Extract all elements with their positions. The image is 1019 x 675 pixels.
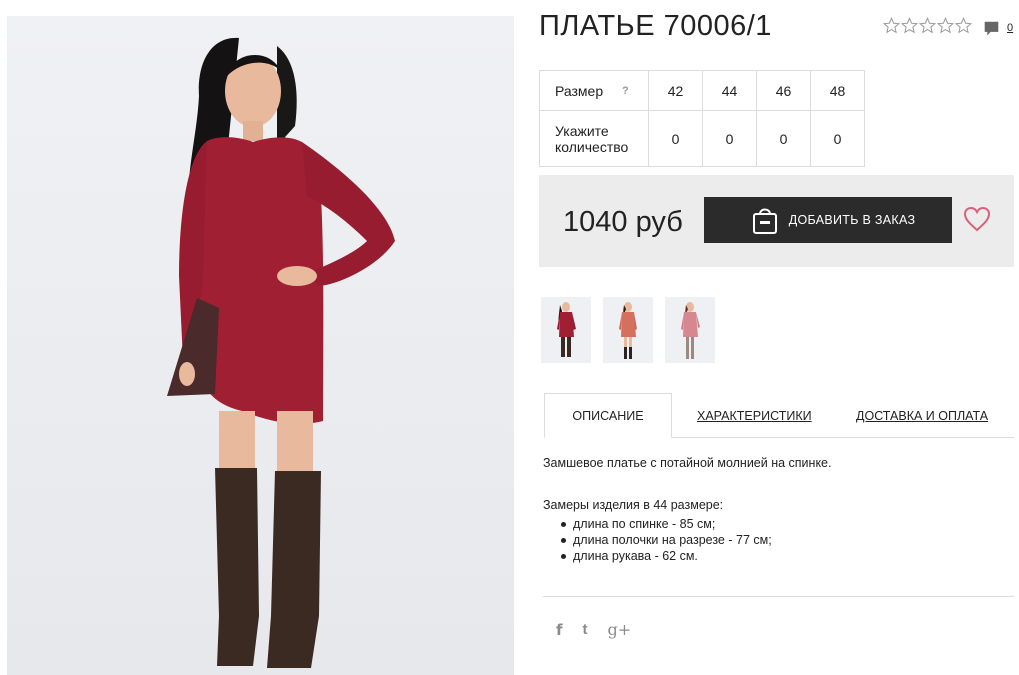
product-rating[interactable] [883,17,972,34]
star-outline-icon[interactable] [883,17,900,34]
twitter-icon[interactable]: t [583,621,588,638]
measurements-list: длина по спинке - 85 см; длина полочки н… [543,516,1003,564]
list-item: длина полочки на разрезе - 77 см; [561,532,1003,548]
google-plus-icon[interactable]: g+ [608,620,632,639]
thumbnail-coral[interactable] [603,297,653,363]
product-title: ПЛАТЬЕ 70006/1 [539,10,772,42]
product-thumbnails [541,297,715,363]
thumbnail-pink[interactable] [665,297,715,363]
heart-icon[interactable] [963,206,991,232]
star-outline-icon[interactable] [955,17,972,34]
measurements-title: Замеры изделия в 44 размере: [543,498,724,512]
list-item: длина рукава - 62 см. [561,548,1003,564]
size-label: Размер [555,82,604,99]
quantity-row: Укажите количество 0 0 0 0 [539,110,865,167]
facebook-icon[interactable]: f [556,621,563,639]
star-outline-icon[interactable] [919,17,936,34]
size-row: Размер ? 42 44 46 48 [539,70,865,111]
size-quantity-table: Размер ? 42 44 46 48 Укажите количество … [539,70,865,167]
comment-count-link[interactable]: 0 [1007,22,1013,34]
size-48: 48 [810,70,865,111]
quantity-input-48[interactable]: 0 [810,110,865,167]
quantity-label: Укажите количество [539,110,649,167]
size-help-icon[interactable]: ? [622,83,629,99]
description-panel: Замшевое платье с потайной молнией на сп… [543,456,1003,564]
tab-description[interactable]: ОПИСАНИЕ [544,393,672,438]
product-price: 1040 руб [563,206,683,238]
shopping-bag-icon [752,208,777,234]
product-main-image[interactable] [7,16,514,675]
tab-characteristics[interactable]: ХАРАКТЕРИСТИКИ [697,393,812,438]
product-tabs: ОПИСАНИЕ ХАРАКТЕРИСТИКИ ДОСТАВКА И ОПЛАТ… [544,393,1014,438]
add-to-order-button[interactable]: ДОБАВИТЬ В ЗАКАЗ [704,197,952,243]
star-outline-icon[interactable] [901,17,918,34]
quantity-input-46[interactable]: 0 [756,110,811,167]
list-item: длина по спинке - 85 см; [561,516,1003,532]
social-share: f t g+ [556,620,631,639]
thumbnail-red[interactable] [541,297,591,363]
size-42: 42 [648,70,703,111]
add-to-order-label: ДОБАВИТЬ В ЗАКАЗ [788,213,916,227]
quantity-input-44[interactable]: 0 [702,110,757,167]
size-label-cell: Размер ? [539,70,649,111]
purchase-panel: 1040 руб ДОБАВИТЬ В ЗАКАЗ [539,175,1014,267]
size-44: 44 [702,70,757,111]
comment-icon[interactable] [983,20,1000,37]
star-outline-icon[interactable] [937,17,954,34]
tab-delivery-payment[interactable]: ДОСТАВКА И ОПЛАТА [856,393,988,438]
divider [543,596,1014,597]
size-46: 46 [756,70,811,111]
quantity-input-42[interactable]: 0 [648,110,703,167]
description-intro: Замшевое платье с потайной молнией на сп… [543,456,832,470]
